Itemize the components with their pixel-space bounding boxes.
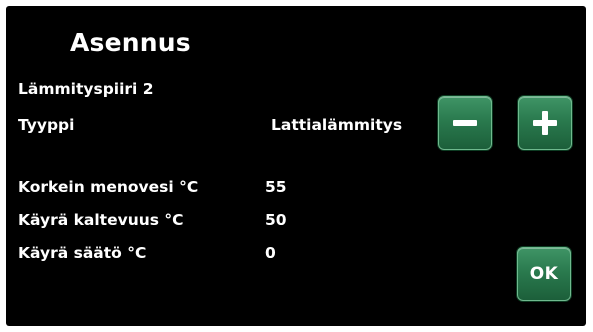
ok-button[interactable]: OK — [517, 247, 571, 301]
curve-offset-value[interactable]: 0 — [265, 244, 276, 262]
type-value: Lattialämmitys — [271, 116, 403, 134]
ok-button-label: OK — [529, 264, 559, 284]
type-label: Tyyppi — [18, 116, 75, 134]
settings-screen: Asennus Lämmityspiiri 2 Tyyppi Lattialäm… — [6, 6, 586, 326]
increase-button[interactable] — [518, 96, 572, 150]
max-flow-temp-label: Korkein menovesi °C — [18, 178, 199, 196]
plus-icon — [533, 111, 557, 135]
minus-icon — [453, 120, 477, 126]
curve-offset-label: Käyrä säätö °C — [18, 244, 147, 262]
circuit-label: Lämmityspiiri 2 — [18, 80, 154, 98]
max-flow-temp-value[interactable]: 55 — [265, 178, 287, 196]
curve-slope-label: Käyrä kaltevuus °C — [18, 211, 184, 229]
page-title: Asennus — [70, 28, 191, 57]
curve-slope-value[interactable]: 50 — [265, 211, 287, 229]
decrease-button[interactable] — [438, 96, 492, 150]
